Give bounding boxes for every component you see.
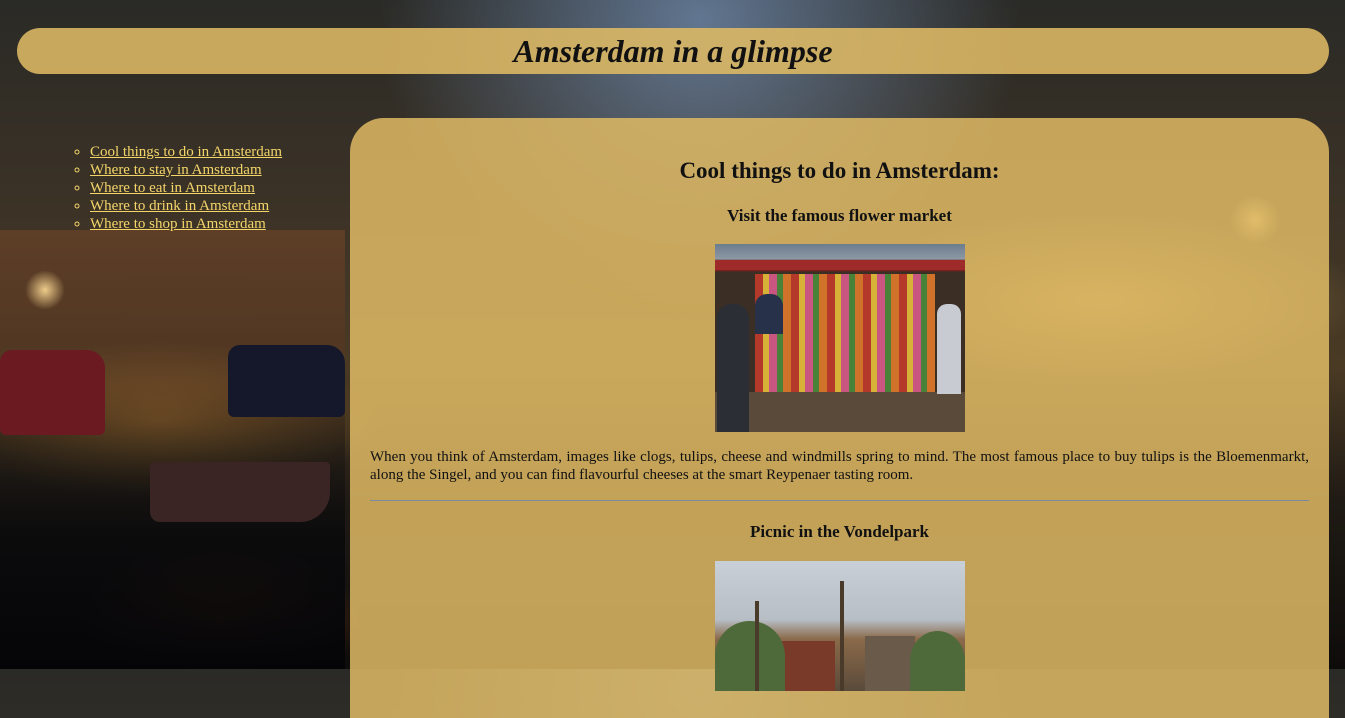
photo-detail (910, 631, 965, 691)
site-header: Amsterdam in a glimpse (17, 28, 1329, 74)
flower-market-photo (715, 244, 965, 432)
background-lamp (25, 270, 65, 310)
section-title-vondelpark: Picnic in the Vondelpark (749, 522, 929, 541)
photo-detail (840, 581, 844, 691)
photo-detail (717, 304, 749, 432)
photo-detail (755, 274, 935, 397)
nav-item: Where to stay in Amsterdam (90, 161, 282, 179)
nav-menu: Cool things to do in Amsterdam Where to … (70, 143, 282, 233)
background-car (228, 345, 345, 417)
photo-detail (865, 636, 915, 691)
nav-link-where-to-drink[interactable]: Where to drink in Amsterdam (90, 198, 269, 214)
nav-item: Where to drink in Amsterdam (90, 197, 282, 215)
photo-detail (715, 260, 965, 270)
site-title: Amsterdam in a glimpse (513, 32, 833, 69)
photo-detail (715, 392, 965, 432)
background-boat (150, 462, 330, 522)
photo-detail (715, 621, 785, 691)
nav-item: Where to shop in Amsterdam (90, 215, 282, 233)
main-heading: Cool things to do in Amsterdam: (679, 158, 1000, 183)
section-text-flower-market: When you think of Amsterdam, images like… (370, 449, 1309, 483)
photo-detail (937, 304, 961, 394)
nav-link-things-to-do[interactable]: Cool things to do in Amsterdam (90, 144, 282, 160)
nav-link-where-to-eat[interactable]: Where to eat in Amsterdam (90, 180, 255, 196)
section-divider (370, 500, 1309, 501)
nav-link-where-to-shop[interactable]: Where to shop in Amsterdam (90, 216, 266, 232)
nav-item: Where to eat in Amsterdam (90, 179, 282, 197)
background-car (0, 350, 105, 435)
main-content: Cool things to do in Amsterdam: Visit th… (350, 118, 1329, 718)
nav-link-where-to-stay[interactable]: Where to stay in Amsterdam (90, 162, 262, 178)
photo-detail (755, 601, 759, 691)
nav-item: Cool things to do in Amsterdam (90, 143, 282, 161)
vondelpark-photo (715, 561, 965, 691)
section-title-flower-market: Visit the famous flower market (727, 206, 952, 225)
photo-detail (755, 294, 783, 334)
